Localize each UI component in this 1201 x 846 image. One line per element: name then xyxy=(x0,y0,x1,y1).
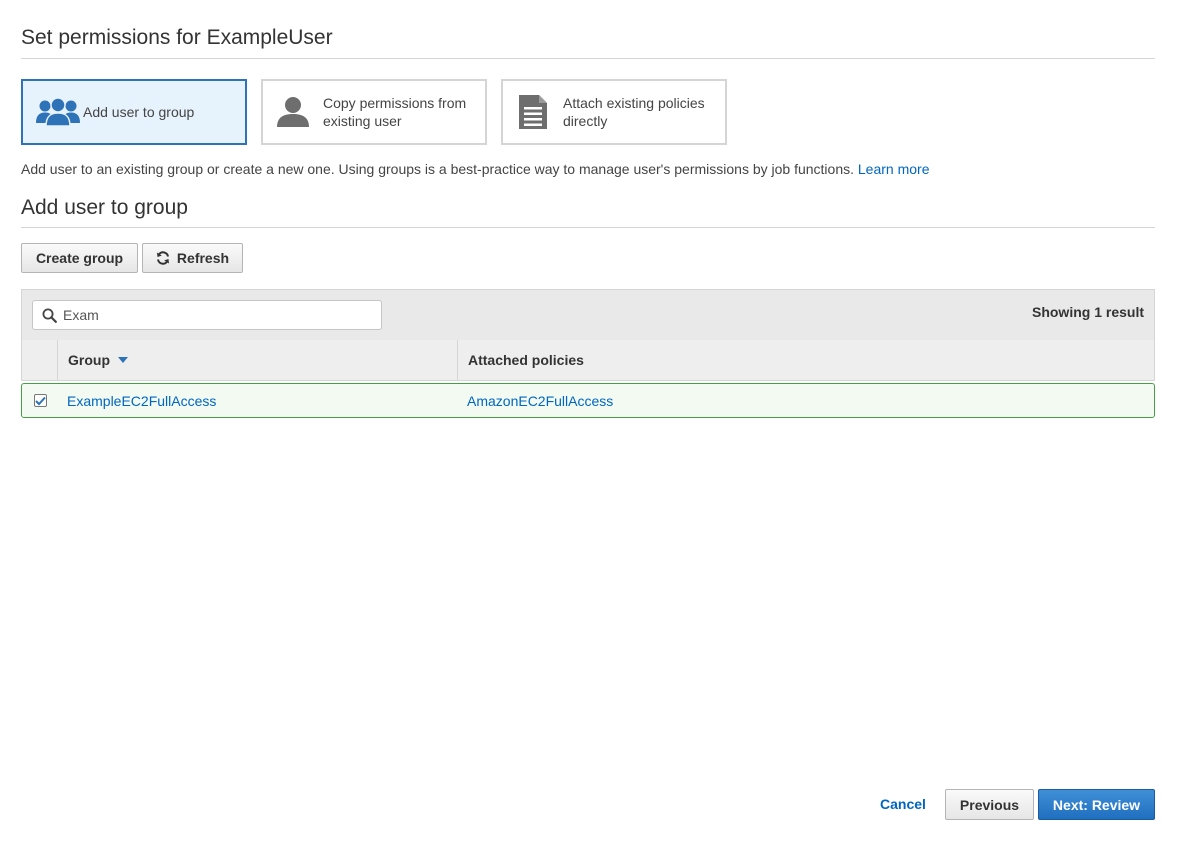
column-header-policies-label: Attached policies xyxy=(468,352,584,368)
column-header-group-label: Group xyxy=(68,352,110,368)
table-header: Group Attached policies xyxy=(21,340,1155,381)
table-row[interactable]: ExampleEC2FullAccess AmazonEC2FullAccess xyxy=(21,383,1155,418)
checkmark-icon xyxy=(34,396,46,405)
group-name-link[interactable]: ExampleEC2FullAccess xyxy=(67,393,216,409)
table-toolbar: Showing 1 result xyxy=(21,289,1155,341)
option-attach-policies[interactable]: Attach existing policies directly xyxy=(501,79,727,145)
search-box[interactable] xyxy=(32,300,382,330)
option-add-user-to-group[interactable]: Add user to group xyxy=(21,79,247,145)
option-copy-permissions[interactable]: Copy permissions from existing user xyxy=(261,79,487,145)
section-title: Add user to group xyxy=(21,196,188,219)
column-header-group[interactable]: Group xyxy=(58,340,458,380)
row-group-cell: ExampleEC2FullAccess xyxy=(67,384,216,417)
sort-descending-icon xyxy=(118,357,128,363)
refresh-icon xyxy=(156,251,169,265)
groups-table: Showing 1 result Group Attached policies… xyxy=(21,289,1155,418)
refresh-button[interactable]: Refresh xyxy=(142,243,243,273)
section-divider xyxy=(21,227,1155,228)
row-checkbox[interactable] xyxy=(33,394,47,407)
user-icon xyxy=(263,96,323,128)
option-label: Add user to group xyxy=(83,104,195,120)
previous-button[interactable]: Previous xyxy=(945,789,1034,820)
search-input[interactable] xyxy=(61,307,365,323)
learn-more-link[interactable]: Learn more xyxy=(858,161,930,177)
document-icon xyxy=(503,94,563,130)
next-label: Next: Review xyxy=(1052,796,1141,813)
option-label: Attach existing policies directly xyxy=(563,95,705,129)
cancel-button[interactable]: Cancel xyxy=(880,796,926,812)
page-title: Set permissions for ExampleUser xyxy=(21,26,333,49)
search-icon xyxy=(33,308,61,323)
previous-label: Previous xyxy=(959,796,1020,813)
result-count: Showing 1 result xyxy=(1031,304,1144,320)
next-review-button[interactable]: Next: Review xyxy=(1038,789,1155,820)
description: Add user to an existing group or create … xyxy=(21,161,929,177)
description-text: Add user to an existing group or create … xyxy=(21,161,854,177)
row-checkbox-cell xyxy=(22,384,58,417)
refresh-label: Refresh xyxy=(176,250,230,266)
column-header-policies[interactable]: Attached policies xyxy=(458,340,1154,380)
create-group-button[interactable]: Create group xyxy=(21,243,138,273)
policy-name-link[interactable]: AmazonEC2FullAccess xyxy=(467,393,613,409)
title-divider xyxy=(21,58,1155,59)
row-policies-cell: AmazonEC2FullAccess xyxy=(467,384,613,417)
create-group-label: Create group xyxy=(35,250,124,266)
header-checkbox-column xyxy=(22,340,58,380)
option-label: Copy permissions from existing user xyxy=(323,95,467,129)
users-group-icon xyxy=(23,97,83,127)
